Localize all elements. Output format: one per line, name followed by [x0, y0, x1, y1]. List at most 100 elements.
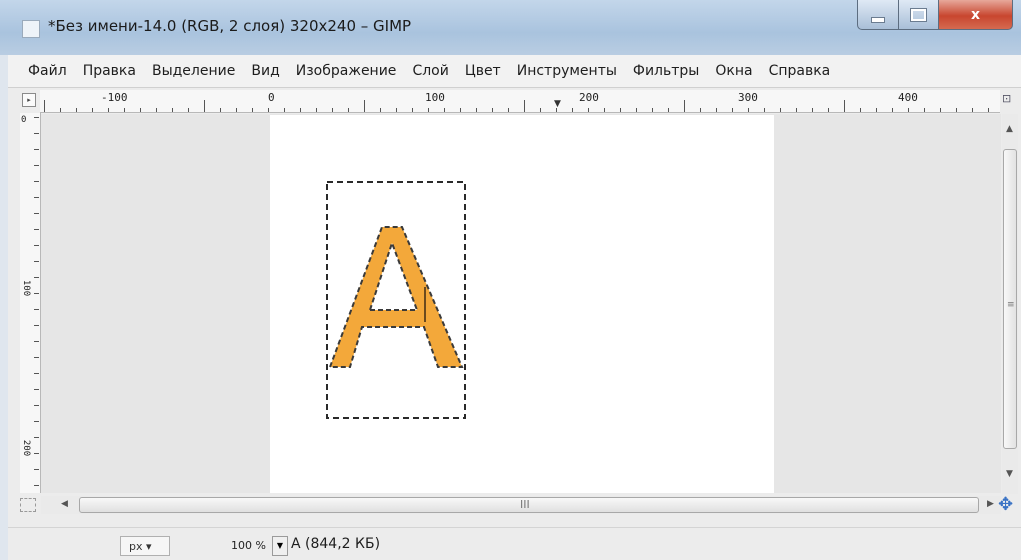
ruler-tick: [572, 108, 573, 112]
ruler-label: 100: [21, 279, 32, 297]
menu-tools[interactable]: Инструменты: [517, 63, 617, 79]
ruler-tick: [34, 357, 39, 358]
ruler-tick: [34, 277, 39, 278]
ruler-tick: [44, 100, 45, 112]
quick-mask-toggle-icon[interactable]: [20, 498, 36, 512]
ruler-tick: [860, 108, 861, 112]
ruler-tick: [316, 108, 317, 112]
unit-value: px: [129, 540, 143, 553]
menu-help[interactable]: Справка: [769, 63, 831, 79]
ruler-tick: [34, 229, 39, 230]
ruler-tick: [412, 108, 413, 112]
title-bar: *Без имени-14.0 (RGB, 2 слоя) 320x240 – …: [0, 0, 1021, 55]
ruler-tick: [268, 108, 269, 112]
menu-edit[interactable]: Правка: [83, 63, 136, 79]
ruler-label: -100: [101, 91, 128, 104]
ruler-tick: [34, 181, 39, 182]
zoom-dropdown-button[interactable]: ▼: [272, 536, 288, 556]
ruler-tick: [34, 197, 39, 198]
unit-select[interactable]: px ▾: [120, 536, 170, 556]
menu-colors[interactable]: Цвет: [465, 63, 501, 79]
ruler-tick: [34, 453, 39, 454]
ruler-tick: [700, 108, 701, 112]
ruler-tick: [204, 100, 205, 112]
menu-select[interactable]: Выделение: [152, 63, 235, 79]
image-canvas[interactable]: [270, 115, 774, 493]
menu-file[interactable]: Файл: [28, 63, 67, 79]
vertical-scrollbar[interactable]: ▲ ≡ ▼: [1002, 114, 1018, 494]
ruler-tick: [748, 108, 749, 112]
ruler-tick: [364, 100, 365, 112]
ruler-tick: [140, 108, 141, 112]
ruler-tick: [636, 108, 637, 112]
gimp-app-icon[interactable]: [22, 20, 40, 38]
scroll-right-icon[interactable]: ▶: [987, 499, 994, 509]
ruler-label: 0: [21, 115, 27, 125]
ruler-tick: [220, 108, 221, 112]
ruler-tick: [300, 108, 301, 112]
ruler-tick: [34, 133, 39, 134]
ruler-tick: [34, 485, 39, 486]
ruler-tick: [60, 108, 61, 112]
scroll-down-icon[interactable]: ▼: [1006, 469, 1013, 479]
ruler-tick: [124, 108, 125, 112]
horizontal-scrollbar[interactable]: ◀ III ▶: [41, 496, 1001, 514]
maximize-button[interactable]: [899, 0, 939, 30]
zoom-input[interactable]: 100 %: [186, 536, 270, 556]
zoom-fit-icon[interactable]: ⊡: [1002, 92, 1016, 106]
menu-view[interactable]: Вид: [251, 63, 279, 79]
ruler-tick: [236, 108, 237, 112]
ruler-tick: [348, 108, 349, 112]
vertical-scroll-thumb[interactable]: ≡: [1003, 149, 1017, 449]
ruler-tick: [988, 108, 989, 112]
ruler-tick: [684, 100, 685, 112]
scroll-up-icon[interactable]: ▲: [1006, 124, 1013, 134]
menu-filters[interactable]: Фильтры: [633, 63, 699, 79]
maximize-icon: [911, 8, 926, 21]
ruler-label: 100: [425, 91, 445, 104]
ruler-tick: [908, 108, 909, 112]
ruler-tick: [540, 108, 541, 112]
close-icon: x: [970, 6, 981, 23]
ruler-tick: [34, 469, 39, 470]
quick-mask-menu-button[interactable]: ▸: [22, 93, 36, 107]
ruler-tick: [76, 108, 77, 112]
chevron-down-icon: ▾: [146, 540, 152, 553]
ruler-tick: [34, 165, 39, 166]
ruler-tick: [668, 108, 669, 112]
ruler-tick: [34, 421, 39, 422]
horizontal-scroll-thumb[interactable]: III: [79, 497, 979, 513]
ruler-tick: [380, 108, 381, 112]
navigate-icon[interactable]: ✥: [998, 494, 1013, 515]
ruler-tick: [924, 108, 925, 112]
menu-bar: Файл Правка Выделение Вид Изображение Сл…: [8, 55, 1021, 88]
image-window-frame: ▸ ⊡ -100 0 100 200 300 400 ▼ 0 100 200 ▲…: [8, 88, 1021, 559]
menu-windows[interactable]: Окна: [715, 63, 752, 79]
ruler-tick: [428, 108, 429, 112]
menu-layer[interactable]: Слой: [412, 63, 448, 79]
ruler-tick: [892, 108, 893, 112]
scroll-left-icon[interactable]: ◀: [61, 499, 68, 509]
ruler-tick: [556, 108, 557, 112]
vertical-ruler[interactable]: 0 100 200: [20, 113, 41, 493]
ruler-tick: [34, 149, 39, 150]
minimize-button[interactable]: [857, 0, 899, 30]
horizontal-ruler[interactable]: -100 0 100 200 300 400 ▼: [40, 90, 1000, 113]
ruler-tick: [524, 100, 525, 112]
ruler-tick: [796, 108, 797, 112]
menu-image[interactable]: Изображение: [296, 63, 397, 79]
ruler-tick: [108, 108, 109, 112]
window-title: *Без имени-14.0 (RGB, 2 слоя) 320x240 – …: [48, 17, 412, 35]
close-button[interactable]: x: [939, 0, 1013, 30]
ruler-tick: [188, 108, 189, 112]
ruler-tick: [940, 108, 941, 112]
ruler-tick: [172, 108, 173, 112]
ruler-tick: [876, 108, 877, 112]
scroll-grip-icon: III: [520, 498, 530, 511]
ruler-tick: [828, 108, 829, 112]
ruler-tick: [956, 108, 957, 112]
ruler-tick: [34, 293, 39, 294]
ruler-tick: [652, 108, 653, 112]
ruler-tick: [34, 405, 39, 406]
ruler-tick: [492, 108, 493, 112]
